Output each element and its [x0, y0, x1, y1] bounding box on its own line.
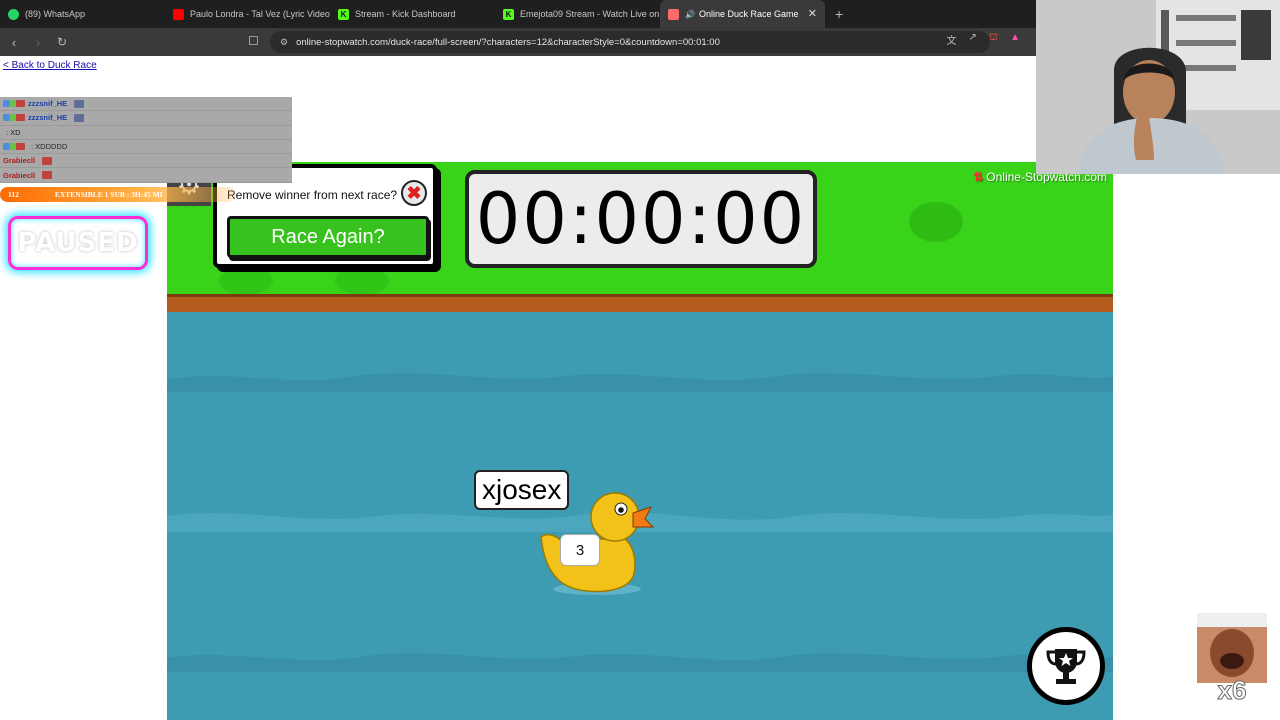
race-again-button[interactable]: Race Again?: [227, 216, 429, 258]
chat-username: Grabiecll: [3, 156, 36, 166]
subathon-text: EXTENSIBLE 1 SUB : 3H:45 MI: [54, 190, 163, 199]
chat-message: zzzsnif_HE: [0, 97, 292, 112]
chat-username: zzzsnif_HE: [28, 99, 68, 109]
whatsapp-icon: [8, 8, 19, 20]
tab-title: Paulo Londra - Tal Vez (Lyric Video) |: [190, 9, 330, 19]
youtube-icon: [173, 8, 184, 20]
brave-shield-icon[interactable]: ⛫: [989, 32, 998, 47]
screen: (89) WhatsApp Paulo Londra - Tal Vez (Ly…: [0, 0, 1280, 720]
chat-username: Grabiecll: [3, 170, 36, 180]
remove-winner-toggle[interactable]: ✖: [401, 180, 427, 206]
leaderboard-button[interactable]: [1027, 627, 1105, 705]
chat-badges-icon: [3, 100, 25, 108]
reload-icon[interactable]: ↻: [52, 35, 72, 49]
bush: [219, 267, 273, 295]
subathon-bar: 112 EXTENSIBLE 1 SUB : 3H:45 MI: [0, 187, 236, 202]
tab-duck-race[interactable]: 🔊 Online Duck Race Game ✕: [660, 0, 825, 28]
chat-message: : XD: [0, 125, 292, 140]
chat-text: : XD: [6, 127, 21, 137]
translate-icon[interactable]: 文: [947, 32, 957, 47]
tab-kick-dashboard[interactable]: K Stream - Kick Dashboard: [330, 0, 495, 28]
tab-whatsapp[interactable]: (89) WhatsApp: [0, 0, 165, 28]
tab-youtube[interactable]: Paulo Londra - Tal Vez (Lyric Video) |: [165, 0, 330, 28]
chat-message: : XDDDDD: [0, 139, 292, 155]
stopwatch-icon: [668, 8, 679, 20]
site-info-icon[interactable]: ⚙: [280, 37, 288, 48]
duck-race-game: ⚙ Remove winner from next race? ✖ Race A…: [167, 162, 1113, 720]
chat-text: : XDDDDD: [31, 142, 68, 152]
chat-emote-icon: [74, 99, 85, 108]
stream-chat-overlay: zzzsnif_HE zzzsnif_HE : XD : XDDDDD Grab…: [0, 97, 292, 183]
url-text: online-stopwatch.com/duck-race/full-scre…: [296, 36, 720, 48]
toolbar-icons: 文 ↗ ⛫ ▲: [947, 32, 1021, 47]
tab-kick-stream[interactable]: K Emejota09 Stream - Watch Live on K: [495, 0, 660, 28]
back-arrow-icon[interactable]: ‹: [4, 35, 24, 50]
countdown-timer: 00:00:00: [465, 170, 817, 268]
new-tab-button[interactable]: +: [835, 6, 843, 22]
speaker-icon: 🔊: [685, 9, 695, 19]
chat-message: Grabiecll: [0, 168, 292, 183]
forward-arrow-icon[interactable]: ›: [28, 35, 48, 50]
tab-title: Online Duck Race Game: [698, 9, 799, 19]
subathon-count: 112: [8, 190, 19, 199]
browser-toolbar: ‹ › ↻ ☐ ⚙ online-stopwatch.com/duck-race…: [0, 28, 1040, 56]
tab-title: (89) WhatsApp: [25, 9, 86, 19]
kick-icon: K: [338, 8, 349, 20]
chat-emote-icon: [42, 156, 53, 165]
wave: [167, 653, 1113, 672]
kick-icon: K: [503, 8, 514, 20]
tab-title: Stream - Kick Dashboard: [355, 9, 456, 19]
tab-title: Emejota09 Stream - Watch Live on K: [520, 9, 660, 19]
duck-number-badge: 3: [560, 534, 600, 566]
back-to-duck-race-link[interactable]: < Back to Duck Race: [3, 60, 97, 71]
address-bar[interactable]: ⚙ online-stopwatch.com/duck-race/full-sc…: [270, 31, 990, 53]
chat-emote-icon: [74, 113, 85, 122]
chat-message: zzzsnif_HE: [0, 111, 292, 126]
chat-message: Grabiecll: [0, 154, 292, 169]
chat-username: zzzsnif_HE: [28, 113, 68, 123]
wave: [167, 373, 1113, 392]
emote-overlay: x6: [1197, 613, 1267, 703]
remove-winner-question: Remove winner from next race?: [227, 188, 398, 202]
webcam-feed: [1036, 0, 1280, 174]
bush: [909, 202, 963, 242]
bush: [335, 267, 389, 295]
paused-badge: PAUSED: [8, 216, 148, 270]
updown-arrows-icon: ⇅: [973, 170, 984, 184]
bookmark-icon[interactable]: ☐: [248, 34, 259, 48]
chat-badges-icon: [3, 114, 25, 122]
close-tab-icon[interactable]: ✕: [808, 7, 817, 20]
trophy-icon: [1046, 649, 1086, 684]
brave-rewards-icon[interactable]: ▲: [1010, 32, 1020, 47]
share-icon[interactable]: ↗: [969, 32, 977, 47]
chat-emote-icon: [42, 171, 53, 180]
chat-badges-icon: [3, 143, 25, 151]
emote-multiplier: x6: [1218, 675, 1247, 703]
